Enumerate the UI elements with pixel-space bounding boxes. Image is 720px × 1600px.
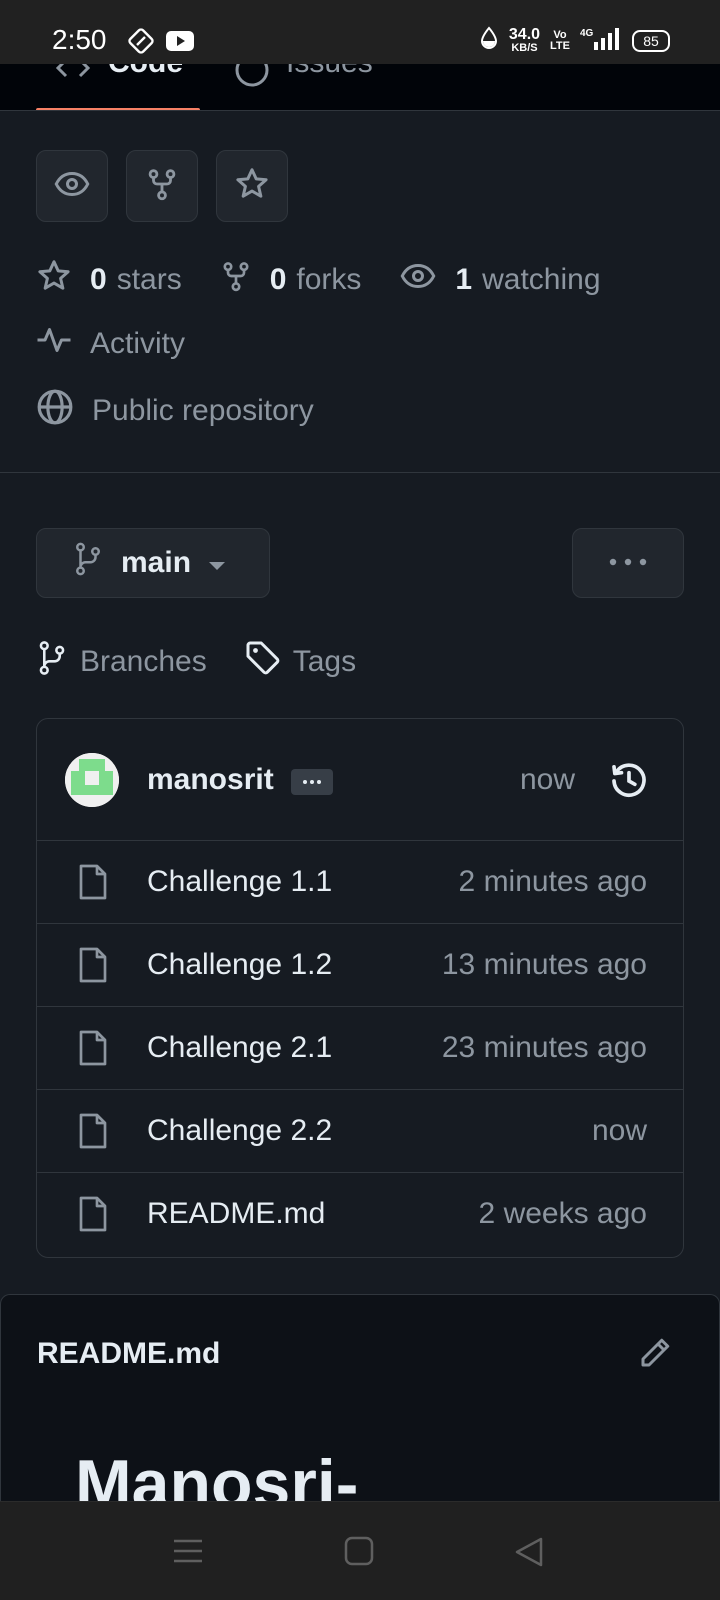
file-name[interactable]: Challenge 2.2 <box>147 1114 332 1148</box>
stars-link[interactable]: 0 stars <box>36 258 182 302</box>
fork-icon <box>220 259 270 301</box>
pulse-icon <box>36 322 90 366</box>
stars-label: stars <box>116 263 182 296</box>
stars-count: 0 <box>90 263 107 296</box>
signal-icon: 4G <box>580 26 622 55</box>
file-time: 13 minutes ago <box>441 948 647 981</box>
volte-indicator: Vo LTE <box>550 28 570 52</box>
kebab-horizontal-icon <box>608 554 648 572</box>
data-saver-icon <box>479 26 499 55</box>
more-options-button[interactable] <box>572 528 684 598</box>
visibility-label: Public repository <box>92 394 314 427</box>
readme-title: README.md <box>37 1337 221 1370</box>
file-time: now <box>591 1114 647 1147</box>
file-row[interactable]: README.md 2 weeks ago <box>37 1173 683 1256</box>
pencil-icon[interactable] <box>637 1335 673 1376</box>
watching-label: watching <box>482 263 601 296</box>
issues-icon <box>234 64 270 93</box>
file-time: 2 weeks ago <box>478 1197 647 1230</box>
file-time: 2 minutes ago <box>458 865 647 898</box>
branches-link[interactable]: Branches <box>36 640 207 684</box>
file-list: manosrit now Challenge 1.1 2 minutes ago… <box>36 718 684 1258</box>
file-row[interactable]: Challenge 1.2 13 minutes ago <box>37 924 683 1007</box>
visibility-info: Public repository <box>36 388 314 434</box>
network-speed: 34.0 KB/S <box>508 26 541 54</box>
back-triangle-icon[interactable] <box>514 1536 544 1573</box>
globe-icon <box>36 388 92 434</box>
home-square-icon[interactable] <box>344 1536 374 1571</box>
star-button[interactable] <box>216 150 288 222</box>
file-time: 23 minutes ago <box>441 1031 647 1064</box>
tags-label: Tags <box>292 645 357 678</box>
code-icon <box>55 64 91 83</box>
watching-count: 1 <box>455 263 473 296</box>
tab-issues[interactable]: Issues <box>286 64 373 80</box>
branch-selector[interactable]: main <box>36 528 270 598</box>
file-name[interactable]: README.md <box>147 1197 325 1231</box>
branch-icon <box>36 640 80 684</box>
fork-icon <box>145 167 179 206</box>
forks-label: forks <box>296 263 362 296</box>
star-icon <box>234 166 270 207</box>
caret-down-icon <box>207 546 227 580</box>
file-icon <box>77 1112 109 1155</box>
repo-stats: 0 stars 0 forks 1 watching <box>36 258 639 302</box>
file-name[interactable]: Challenge 1.2 <box>147 948 332 982</box>
status-bar: 2:50 34.0 KB/S Vo LTE 4G 85 <box>0 0 720 64</box>
file-row[interactable]: Challenge 2.2 now <box>37 1090 683 1173</box>
commit-author[interactable]: manosrit <box>147 763 274 797</box>
eye-icon <box>54 166 90 207</box>
file-icon <box>77 946 109 989</box>
commit-time: now <box>519 763 575 796</box>
avatar[interactable] <box>65 753 119 807</box>
file-row[interactable]: Challenge 1.1 2 minutes ago <box>37 841 683 924</box>
file-row[interactable]: Challenge 2.1 23 minutes ago <box>37 1007 683 1090</box>
tab-code[interactable]: Code <box>108 64 183 80</box>
branch-icon <box>73 541 103 585</box>
activity-label: Activity <box>90 327 186 360</box>
repo-tabs: Code Issues <box>0 64 720 111</box>
youtube-icon <box>166 31 194 56</box>
watch-button[interactable] <box>36 150 108 222</box>
section-divider <box>0 472 720 473</box>
history-icon[interactable] <box>609 761 649 806</box>
activity-link[interactable]: Activity <box>36 322 185 366</box>
file-name[interactable]: Challenge 1.1 <box>147 865 332 899</box>
forks-count: 0 <box>269 263 287 296</box>
eye-icon <box>399 258 455 302</box>
fork-button[interactable] <box>126 150 198 222</box>
tag-icon <box>245 640 293 684</box>
active-tab-underline <box>36 108 200 110</box>
status-time: 2:50 <box>52 24 107 55</box>
watching-link[interactable]: 1 watching <box>399 258 601 302</box>
notification-app-icon <box>128 28 154 59</box>
file-name[interactable]: Challenge 2.1 <box>147 1031 332 1065</box>
battery-indicator: 85 <box>632 29 670 52</box>
file-icon <box>77 1195 109 1238</box>
branches-label: Branches <box>80 645 207 678</box>
tags-link[interactable]: Tags <box>245 640 356 684</box>
latest-commit: manosrit now <box>37 719 683 841</box>
commit-message-toggle[interactable] <box>291 769 333 795</box>
menu-icon[interactable] <box>172 1536 204 1571</box>
forks-link[interactable]: 0 forks <box>220 259 362 301</box>
file-icon <box>77 1029 109 1072</box>
readme-card: README.md Manosri- <box>0 1294 720 1514</box>
file-icon <box>77 863 109 906</box>
branch-name: main <box>121 546 192 579</box>
svg-text:4G: 4G <box>580 28 594 39</box>
system-nav-bar <box>0 1501 720 1600</box>
star-icon <box>36 258 90 302</box>
branches-tags-links: Branches Tags <box>36 640 394 684</box>
